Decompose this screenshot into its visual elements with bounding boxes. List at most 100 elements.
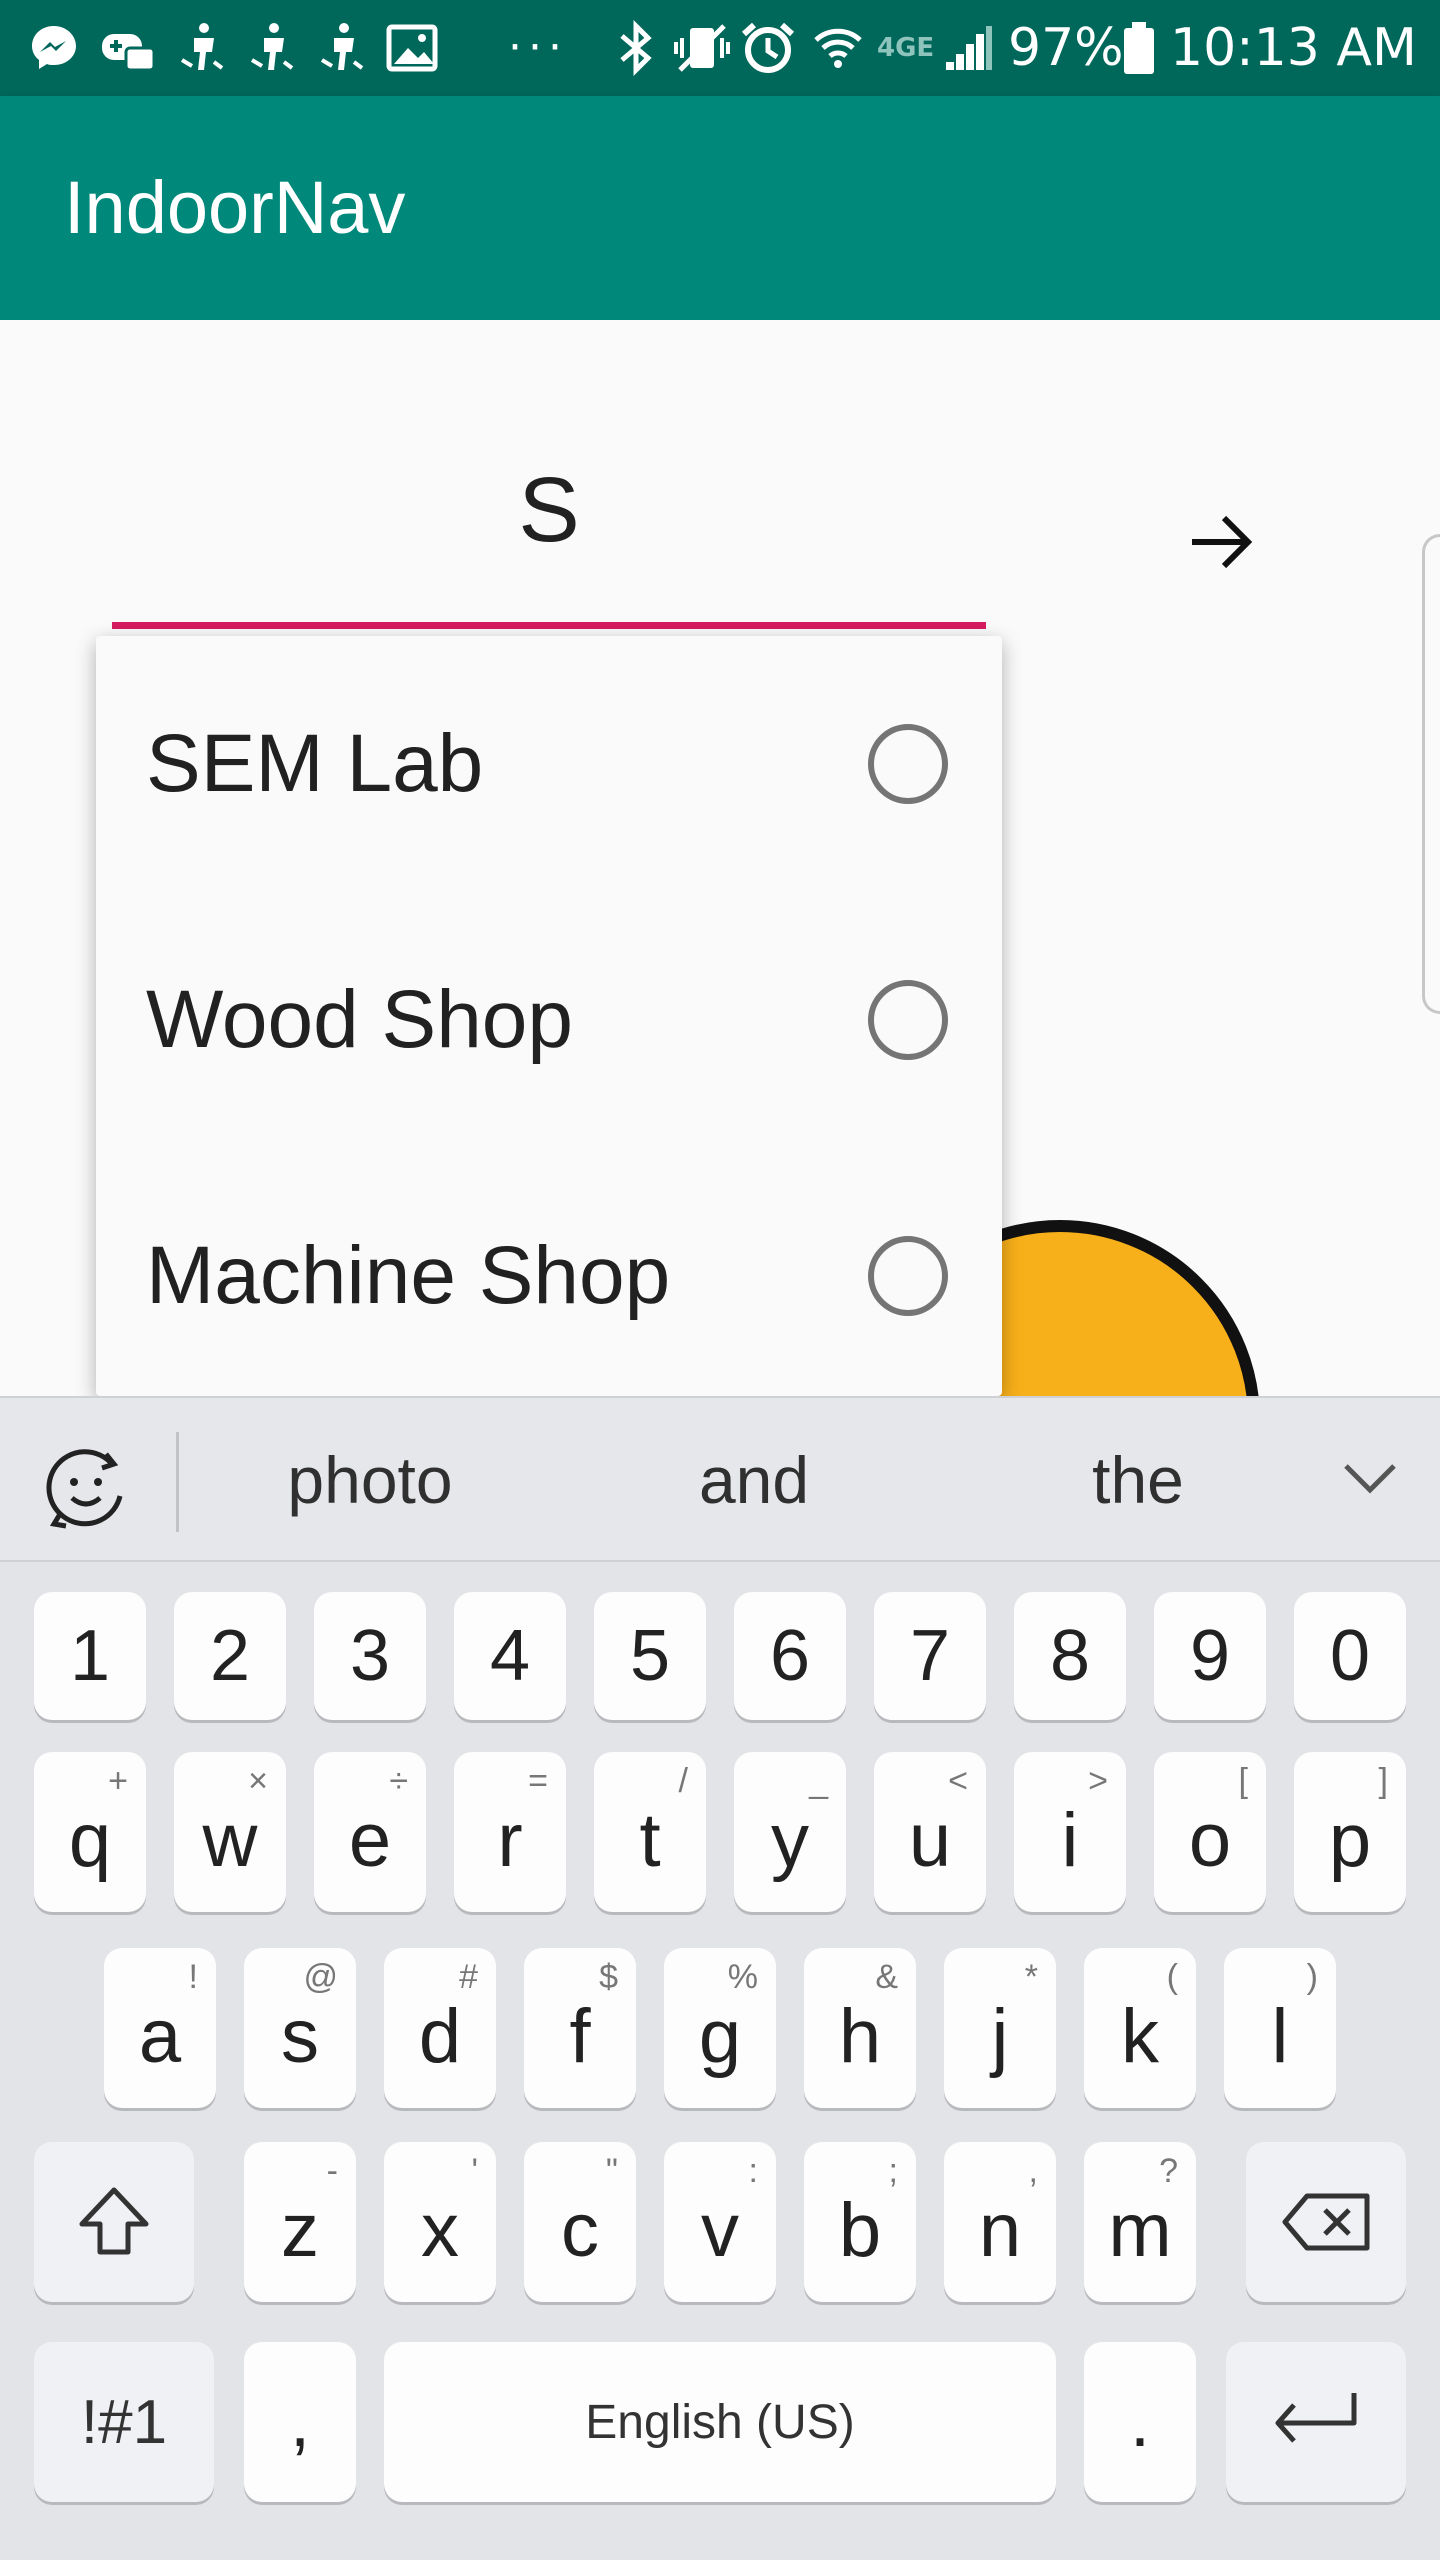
- key-j[interactable]: j *: [944, 1948, 1056, 2108]
- main-content: SEM Lab Wood Shop Machine Shop: [0, 320, 1440, 1396]
- go-arrow-button[interactable]: [1180, 500, 1264, 584]
- key-7[interactable]: 7: [874, 1592, 986, 1720]
- key-s[interactable]: s @: [244, 1948, 356, 2108]
- space-key[interactable]: English (US): [384, 2342, 1056, 2502]
- key-secondary-label: $: [599, 1958, 618, 1996]
- key-c[interactable]: c ": [524, 2142, 636, 2302]
- key-6[interactable]: 6: [734, 1592, 846, 1720]
- key-label: 7: [909, 1616, 951, 1696]
- comma-key[interactable]: ,: [244, 2342, 356, 2502]
- suggestion-word[interactable]: and: [604, 1398, 904, 1562]
- key-secondary-label: ,: [1028, 2152, 1038, 2190]
- key-q[interactable]: q +: [34, 1752, 146, 1912]
- key-label: k: [1121, 1993, 1159, 2079]
- key-5[interactable]: 5: [594, 1592, 706, 1720]
- key-secondary-label: <: [948, 1762, 968, 1800]
- radio-button[interactable]: [868, 980, 948, 1060]
- chevron-down-icon[interactable]: [1330, 1438, 1410, 1518]
- vibrate-icon: [674, 20, 730, 76]
- key-f[interactable]: f $: [524, 1948, 636, 2108]
- key-d[interactable]: d #: [384, 1948, 496, 2108]
- key-label: 6: [769, 1616, 811, 1696]
- key-y[interactable]: y _: [734, 1752, 846, 1912]
- key-r[interactable]: r =: [454, 1752, 566, 1912]
- destination-search-input[interactable]: [112, 470, 986, 550]
- key-secondary-label: >: [1088, 1762, 1108, 1800]
- dropdown-item-machine-shop[interactable]: Machine Shop: [96, 1148, 1002, 1396]
- key-t[interactable]: t /: [594, 1752, 706, 1912]
- key-0[interactable]: 0: [1294, 1592, 1406, 1720]
- dropdown-item-wood-shop[interactable]: Wood Shop: [96, 892, 1002, 1148]
- key-2[interactable]: 2: [174, 1592, 286, 1720]
- wifi-icon: [810, 20, 866, 76]
- key-label: o: [1188, 1797, 1232, 1883]
- key-label: j: [991, 1993, 1009, 2079]
- key-label: 1: [69, 1616, 111, 1696]
- battery-percent: 97%: [1008, 18, 1124, 78]
- key-secondary-label: ÷: [389, 1762, 408, 1800]
- suggestion-word[interactable]: photo: [220, 1398, 520, 1562]
- key-x[interactable]: x ': [384, 2142, 496, 2302]
- key-8[interactable]: 8: [1014, 1592, 1126, 1720]
- status-right-icons: 4GE: [608, 0, 996, 96]
- enter-icon: [1275, 2393, 1357, 2443]
- key-4[interactable]: 4: [454, 1592, 566, 1720]
- accessibility-icon: [244, 20, 300, 76]
- key-secondary-label: #: [459, 1958, 478, 1996]
- key-u[interactable]: u <: [874, 1752, 986, 1912]
- key-label: p: [1328, 1797, 1372, 1883]
- key-secondary-label: (: [1166, 1958, 1178, 1996]
- key-n[interactable]: n,: [944, 2142, 1056, 2302]
- space-key-label: English (US): [585, 2395, 855, 2449]
- suggestion-word[interactable]: the: [988, 1398, 1288, 1562]
- key-secondary-label: ?: [1159, 2152, 1178, 2190]
- backspace-icon: [1282, 2193, 1370, 2251]
- key-label: b: [838, 2187, 882, 2273]
- key-k[interactable]: k(: [1084, 1948, 1196, 2108]
- period-key[interactable]: .: [1084, 2342, 1196, 2502]
- app-title: IndoorNav: [64, 166, 406, 249]
- key-label: 5: [629, 1616, 671, 1696]
- shift-icon: [79, 2187, 149, 2255]
- key-label: f: [569, 1993, 591, 2079]
- key-m[interactable]: m?: [1084, 2142, 1196, 2302]
- key-secondary-label: ;: [888, 2152, 898, 2190]
- key-a[interactable]: a!: [104, 1948, 216, 2108]
- key-label: g: [698, 1993, 742, 2079]
- key-secondary-label: !: [188, 1958, 198, 1996]
- gamepad-icon: [100, 20, 156, 76]
- key-o[interactable]: o[: [1154, 1752, 1266, 1912]
- radio-button[interactable]: [868, 1236, 948, 1316]
- battery-icon: [1122, 0, 1156, 96]
- key-9[interactable]: 9: [1154, 1592, 1266, 1720]
- key-w[interactable]: w ×: [174, 1752, 286, 1912]
- backspace-key[interactable]: [1246, 2142, 1406, 2302]
- side-panel-handle[interactable]: [1422, 534, 1440, 1014]
- dropdown-item-sem-lab[interactable]: SEM Lab: [96, 636, 1002, 892]
- key-secondary-label: &: [875, 1958, 898, 1996]
- key-3[interactable]: 3: [314, 1592, 426, 1720]
- key-v[interactable]: v:: [664, 2142, 776, 2302]
- status-left-icons: [26, 0, 440, 96]
- enter-key[interactable]: [1226, 2342, 1406, 2502]
- radio-button[interactable]: [868, 724, 948, 804]
- alarm-icon: [740, 20, 796, 76]
- symbols-key[interactable]: !#1: [34, 2342, 214, 2502]
- key-g[interactable]: g%: [664, 1948, 776, 2108]
- key-1[interactable]: 1: [34, 1592, 146, 1720]
- shift-key[interactable]: [34, 2142, 194, 2302]
- key-p[interactable]: p]: [1294, 1752, 1406, 1912]
- emoji-face-icon[interactable]: [36, 1438, 136, 1538]
- more-notifications-indicator: ···: [508, 22, 568, 73]
- dropdown-item-label: SEM Lab: [146, 718, 484, 809]
- key-e[interactable]: e ÷: [314, 1752, 426, 1912]
- key-label: i: [1061, 1797, 1079, 1883]
- key-l[interactable]: l): [1224, 1948, 1336, 2108]
- key-b[interactable]: b;: [804, 2142, 916, 2302]
- key-secondary-label: +: [108, 1762, 128, 1800]
- key-i[interactable]: i >: [1014, 1752, 1126, 1912]
- key-z[interactable]: z-: [244, 2142, 356, 2302]
- key-label: s: [281, 1993, 319, 2079]
- key-label: e: [348, 1797, 392, 1883]
- key-h[interactable]: h &: [804, 1948, 916, 2108]
